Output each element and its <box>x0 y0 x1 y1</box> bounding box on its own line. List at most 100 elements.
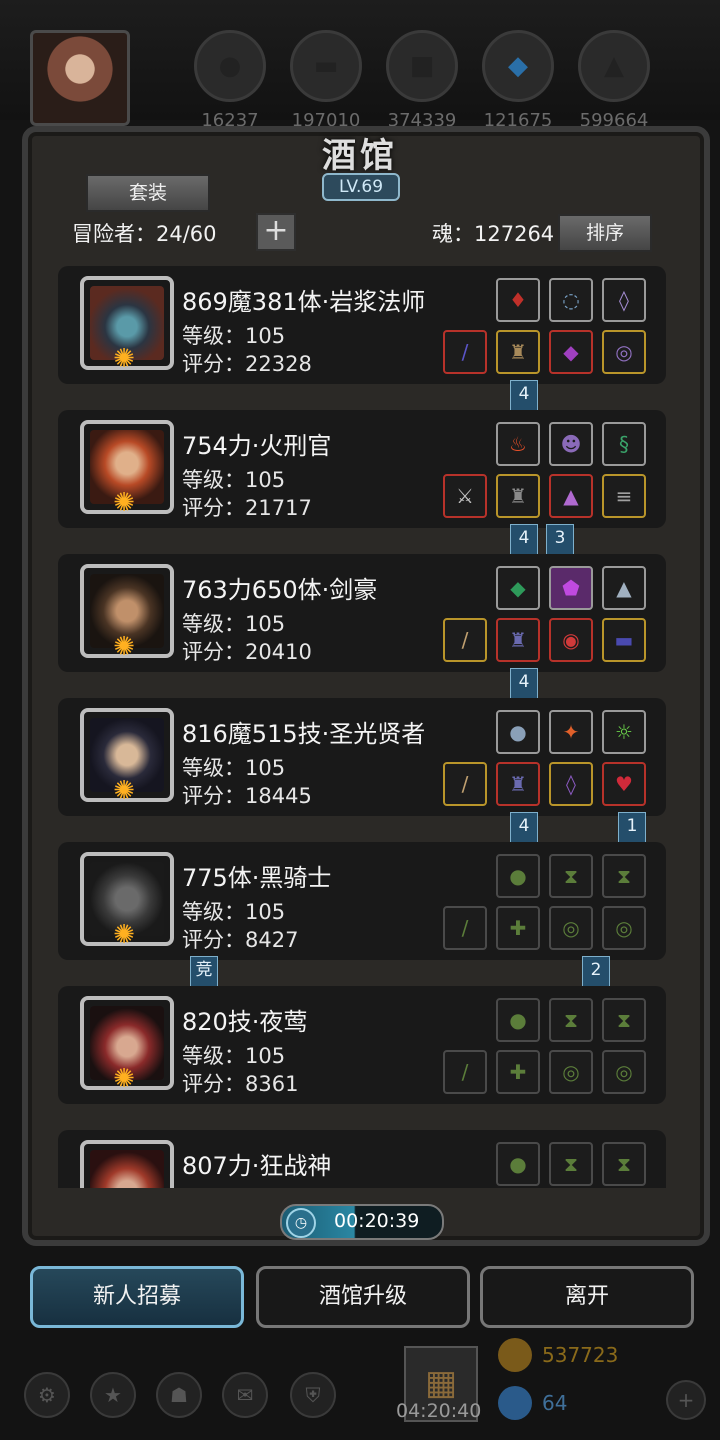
equipment-slot[interactable]: / <box>443 618 487 662</box>
hero-name: 869魔381体·岩浆法师 <box>182 288 426 316</box>
robe-icon: ♜ <box>509 340 527 364</box>
accessory-slot[interactable]: § <box>602 422 646 466</box>
gift-timer: 04:20:40 <box>396 1400 482 1422</box>
hero-name: 820技·夜莺 <box>182 1008 308 1036</box>
accessory-slot[interactable]: ♦ <box>496 278 540 322</box>
shield-icon[interactable]: ⛨ <box>290 1372 336 1418</box>
accessory-slot[interactable]: ◊ <box>602 278 646 322</box>
hero-card[interactable]: ✺ 763力650体·剑豪 等级：105 评分：20410 ◆ ⬟ ▲ / ♜ … <box>58 554 666 672</box>
equipment-slot[interactable]: ▬ <box>602 618 646 662</box>
accessory-slot[interactable]: ⬟ <box>549 566 593 610</box>
gold-amount: 537723 <box>542 1343 619 1367</box>
iron-icon: ▲ <box>578 30 650 102</box>
star-icon[interactable]: ★ <box>90 1372 136 1418</box>
empty-slot[interactable]: ● <box>496 1142 540 1186</box>
equipment-slot[interactable]: ≡ <box>602 474 646 518</box>
equipment-slot[interactable]: ♥ <box>602 762 646 806</box>
empty-slot[interactable]: ⧗ <box>602 998 646 1042</box>
empty-slot[interactable]: ✚ <box>496 1050 540 1094</box>
accessory-slot[interactable]: ● <box>496 710 540 754</box>
equipment-slot[interactable]: ◊ <box>549 762 593 806</box>
pendant-icon: ◊ <box>619 288 629 312</box>
empty-slot[interactable]: ◎ <box>549 906 593 950</box>
set-button[interactable]: 套装 <box>86 174 210 212</box>
empty-slot[interactable]: ⧗ <box>602 1142 646 1186</box>
equipment-slot[interactable]: ♜ <box>496 330 540 374</box>
leave-button[interactable]: 离开 <box>480 1266 694 1328</box>
resource-stone[interactable]: ■ 374339 <box>382 30 462 140</box>
empty-slot[interactable]: ⧗ <box>549 998 593 1042</box>
empty-slot[interactable]: ● <box>496 854 540 898</box>
hero-card[interactable]: ✺ 754力·火刑官 等级：105 评分：21717 ♨ ☻ § ⚔ ♜ ▲ ≡ <box>58 410 666 528</box>
hero-card[interactable]: ✺ 820技·夜莺 等级：105 评分：8361 ● ⧗ ⧗ / ✚ ◎ ◎ <box>58 986 666 1104</box>
resource-crystal[interactable]: ◆ 121675 <box>478 30 558 140</box>
hero-card[interactable]: ✺ 775体·黑骑士 等级：105 评分：8427 ● ⧗ ⧗ / ✚ ◎ ◎ <box>58 842 666 960</box>
equipment-slot[interactable]: ♜ <box>496 474 540 518</box>
meat-icon: ● <box>194 30 266 102</box>
necklace-icon: ◌ <box>562 288 580 312</box>
hero-card[interactable]: 807力·狂战神 ● ⧗ ⧗ <box>58 1130 666 1188</box>
resource-wood[interactable]: ▬ 197010 <box>286 30 366 140</box>
sun-emblem-icon: ✺ <box>113 488 135 518</box>
accessory-slot[interactable]: ☼ <box>602 710 646 754</box>
player-avatar[interactable] <box>30 30 130 126</box>
equipment-slot[interactable]: ♜ <box>496 762 540 806</box>
gauntlet-icon: ▬ <box>614 628 634 652</box>
equipment-slot[interactable]: ⚔ <box>443 474 487 518</box>
hero-level: 等级：105 <box>182 468 286 492</box>
hero-name: 763力650体·剑豪 <box>182 576 378 604</box>
guild-icon[interactable]: ☗ <box>156 1372 202 1418</box>
equipment-slot[interactable]: ◉ <box>549 618 593 662</box>
empty-slot[interactable]: ◎ <box>602 906 646 950</box>
hero-score: 评分：8427 <box>182 928 299 952</box>
accessory-slot[interactable]: ♨ <box>496 422 540 466</box>
empty-slot[interactable]: ✚ <box>496 906 540 950</box>
empty-slot[interactable]: / <box>443 906 487 950</box>
hero-card[interactable]: ✺ 816魔515技·圣光贤者 等级：105 评分：18445 ● ✦ ☼ / … <box>58 698 666 816</box>
add-currency-icon[interactable]: + <box>666 1380 706 1420</box>
emerald-icon: ◆ <box>510 576 526 600</box>
sun-emblem-icon: ✺ <box>113 776 135 806</box>
hero-name: 816魔515技·圣光贤者 <box>182 720 426 748</box>
empty-slot[interactable]: / <box>443 1050 487 1094</box>
empty-slot[interactable]: ⧗ <box>549 854 593 898</box>
upgrade-tavern-button[interactable]: 酒馆升级 <box>256 1266 470 1328</box>
hero-level: 等级：105 <box>182 1044 286 1068</box>
mail-icon[interactable]: ✉ <box>222 1372 268 1418</box>
ring-slot-icon: ◎ <box>615 1060 633 1084</box>
bond-tag: 1 <box>618 812 646 844</box>
stone-icon: ■ <box>386 30 458 102</box>
accessory-slot[interactable]: ✦ <box>549 710 593 754</box>
add-adventurer-button[interactable]: + <box>256 213 296 251</box>
empty-slot[interactable]: ⧗ <box>549 1142 593 1186</box>
accessory-slot[interactable]: ◌ <box>549 278 593 322</box>
accessory-slot[interactable]: ▲ <box>602 566 646 610</box>
hero-name: 754力·火刑官 <box>182 432 332 460</box>
armor-icon: ♜ <box>509 772 527 796</box>
resource-meat[interactable]: ● 16237 <box>190 30 270 140</box>
hero-list[interactable]: ✺ 869魔381体·岩浆法师 等级：105 评分：22328 ♦ ◌ ◊ / … <box>58 266 666 1188</box>
bond-tag: 4 <box>510 380 538 412</box>
hero-card[interactable]: ✺ 869魔381体·岩浆法师 等级：105 评分：22328 ♦ ◌ ◊ / … <box>58 266 666 384</box>
empty-slot[interactable]: ◎ <box>602 1050 646 1094</box>
empty-slot[interactable]: ● <box>496 998 540 1042</box>
equipment-slot[interactable]: ▲ <box>549 474 593 518</box>
hero-portrait <box>80 1140 174 1188</box>
empty-slot[interactable]: ◎ <box>549 1050 593 1094</box>
hourglass-icon: ⧗ <box>616 1152 632 1176</box>
hero-level: 等级：105 <box>182 900 286 924</box>
equipment-slot[interactable]: ◎ <box>602 330 646 374</box>
equipment-slot[interactable]: / <box>443 762 487 806</box>
accessory-slot[interactable]: ☻ <box>549 422 593 466</box>
equipment-slot[interactable]: / <box>443 330 487 374</box>
refresh-timer: ◷ 00:20:39 <box>280 1204 444 1240</box>
sort-button[interactable]: 排序 <box>558 214 652 252</box>
settings-icon[interactable]: ⚙ <box>24 1372 70 1418</box>
sun-emblem-icon: ✺ <box>113 632 135 662</box>
recruit-button[interactable]: 新人招募 <box>30 1266 244 1328</box>
resource-iron[interactable]: ▲ 599664 <box>574 30 654 140</box>
equipment-slot[interactable]: ◆ <box>549 330 593 374</box>
equipment-slot[interactable]: ♜ <box>496 618 540 662</box>
empty-slot[interactable]: ⧗ <box>602 854 646 898</box>
accessory-slot[interactable]: ◆ <box>496 566 540 610</box>
